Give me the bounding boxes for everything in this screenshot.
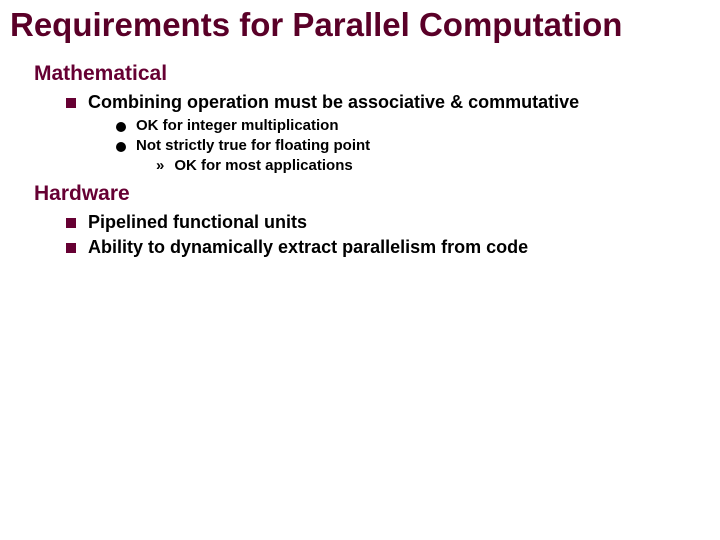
bullet-text: OK for integer multiplication xyxy=(136,117,339,134)
raquo-bullet-icon: » xyxy=(156,157,164,174)
bullet-text: OK for most applications xyxy=(174,157,352,174)
bullet-text: Pipelined functional units xyxy=(88,212,307,233)
bullet-level3: » OK for most applications xyxy=(156,157,710,174)
bullet-level1: Combining operation must be associative … xyxy=(66,92,710,113)
slide-title: Requirements for Parallel Computation xyxy=(10,6,710,44)
section-heading: Hardware xyxy=(34,182,710,206)
bullet-level2: OK for integer multiplication xyxy=(116,117,710,134)
bullet-level1: Ability to dynamically extract paralleli… xyxy=(66,237,710,258)
section-heading: Mathematical xyxy=(34,62,710,86)
bullet-text: Not strictly true for floating point xyxy=(136,137,370,154)
disc-bullet-icon xyxy=(116,122,126,132)
square-bullet-icon xyxy=(66,218,76,228)
bullet-level2: Not strictly true for floating point xyxy=(116,137,710,154)
bullet-text: Ability to dynamically extract paralleli… xyxy=(88,237,528,258)
slide-container: Requirements for Parallel Computation Ma… xyxy=(0,0,720,540)
disc-bullet-icon xyxy=(116,142,126,152)
bullet-text: Combining operation must be associative … xyxy=(88,92,579,113)
square-bullet-icon xyxy=(66,98,76,108)
square-bullet-icon xyxy=(66,243,76,253)
bullet-level1: Pipelined functional units xyxy=(66,212,710,233)
